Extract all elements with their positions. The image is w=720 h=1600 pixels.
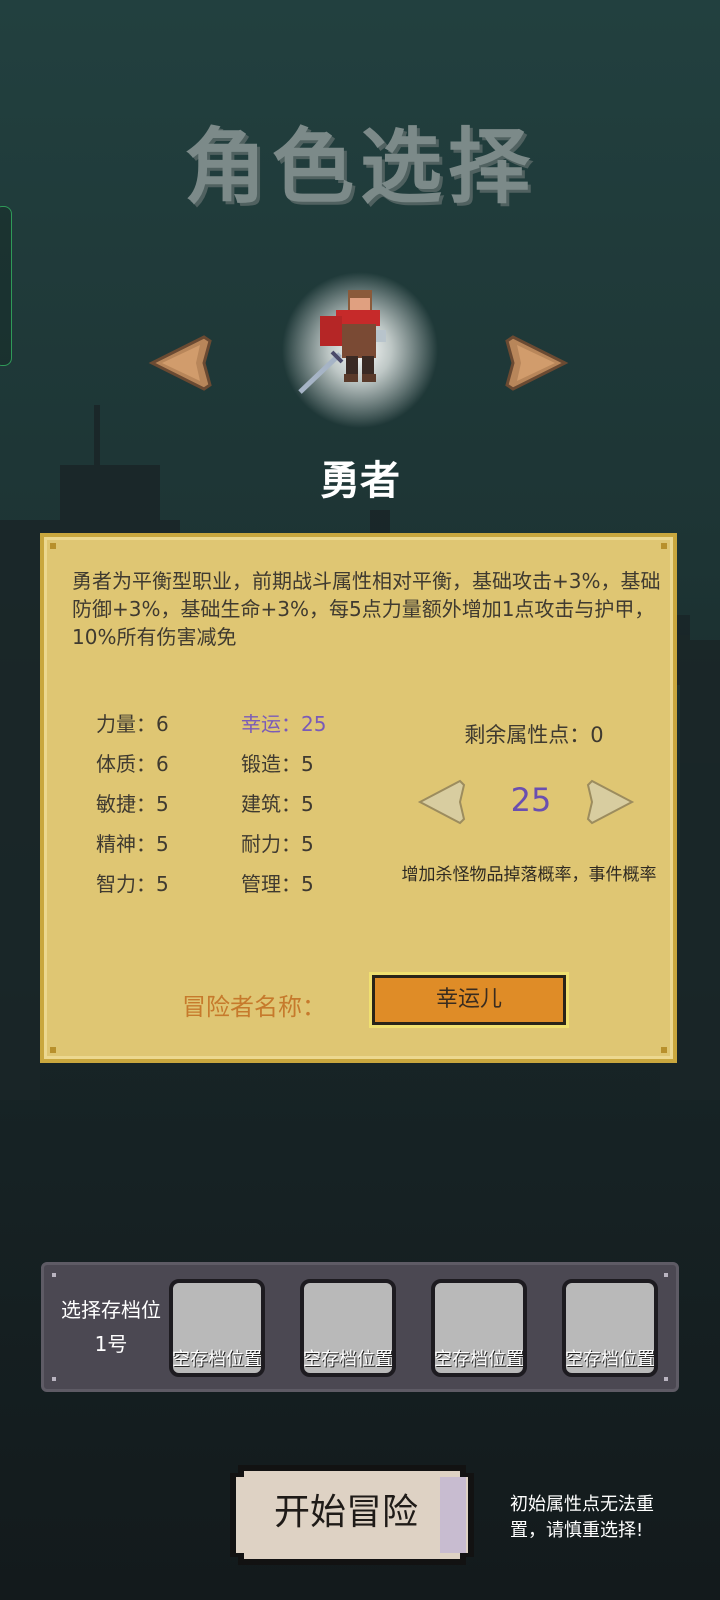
arrow-right-icon [505, 335, 569, 391]
panel-corner [661, 1047, 667, 1053]
attribute-list: 力量：6 幸运：25 体质：6 锻造：5 敏捷：5 建筑：5 精神：5 耐力：5… [96, 712, 386, 897]
attr-management[interactable]: 管理：5 [241, 872, 386, 897]
attr-forging[interactable]: 锻造：5 [241, 752, 386, 777]
save-slot-label: 选择存档位 1号 [54, 1293, 168, 1361]
bar-corner [52, 1377, 56, 1381]
save-slot-label-line1: 选择存档位 [61, 1298, 161, 1322]
attribute-effect: 增加杀怪物品掉落概率，事件概率 [401, 865, 657, 885]
bar-corner [664, 1377, 668, 1381]
attr-building[interactable]: 建筑：5 [241, 792, 386, 817]
start-adventure-label: 开始冒险 [273, 1492, 418, 1533]
save-slot-1[interactable]: 空存档位置 [169, 1279, 265, 1377]
side-drawer-tab[interactable] [0, 206, 12, 366]
slot-caption: 空存档位置 [565, 1349, 655, 1370]
decrease-button[interactable] [416, 777, 468, 827]
prev-hero-button[interactable] [148, 333, 212, 393]
attribute-stepper: 25 [416, 777, 646, 837]
warning-text: 初始属性点无法重置，请慎重选择! [510, 1494, 654, 1541]
panel-corner [50, 543, 56, 549]
slot-caption: 空存档位置 [172, 1349, 262, 1370]
attr-intelligence[interactable]: 智力：5 [96, 872, 241, 897]
bar-corner [664, 1273, 668, 1277]
bar-corner [52, 1273, 56, 1277]
hero-description: 勇者为平衡型职业，前期战斗属性相对平衡，基础攻击+3%，基础防御+3%，基础生命… [72, 569, 661, 649]
panel-corner [661, 543, 667, 549]
attr-agility[interactable]: 敏捷：5 [96, 792, 241, 817]
attr-spirit[interactable]: 精神：5 [96, 832, 241, 857]
save-slot-3[interactable]: 空存档位置 [431, 1279, 527, 1377]
attr-strength[interactable]: 力量：6 [96, 712, 241, 737]
save-slot-2[interactable]: 空存档位置 [300, 1279, 396, 1377]
save-slot-4[interactable]: 空存档位置 [562, 1279, 658, 1377]
attr-stamina[interactable]: 耐力：5 [241, 832, 386, 857]
save-slot-number: 1号 [94, 1332, 128, 1356]
arrow-left-icon [417, 779, 466, 825]
slot-caption: 空存档位置 [434, 1349, 524, 1370]
save-slot-bar: 选择存档位 1号 空存档位置 空存档位置 空存档位置 空存档位置 [41, 1262, 679, 1392]
hero-portrait [280, 270, 440, 430]
remaining-points: 剩余属性点：0 [464, 723, 604, 747]
arrow-left-icon [148, 335, 212, 391]
arrow-right-icon [586, 779, 635, 825]
attr-constitution[interactable]: 体质：6 [96, 752, 241, 777]
adventurer-name-label: 冒险者名称： [182, 993, 326, 1021]
hero-info-panel: 勇者为平衡型职业，前期战斗属性相对平衡，基础攻击+3%，基础防御+3%，基础生命… [40, 533, 677, 1063]
next-hero-button[interactable] [505, 333, 569, 393]
hero-name: 勇者 [320, 458, 400, 504]
attribute-value: 25 [510, 781, 552, 819]
hero-knight-sprite [282, 272, 438, 428]
attr-luck[interactable]: 幸运：25 [241, 712, 386, 737]
start-adventure-button[interactable]: 开始冒险 [230, 1465, 486, 1565]
page-title: 角色选择 [183, 120, 536, 215]
increase-button[interactable] [584, 777, 636, 827]
adventurer-name-input[interactable]: 幸运儿 [369, 972, 569, 1028]
panel-corner [50, 1047, 56, 1053]
slot-caption: 空存档位置 [303, 1349, 393, 1370]
